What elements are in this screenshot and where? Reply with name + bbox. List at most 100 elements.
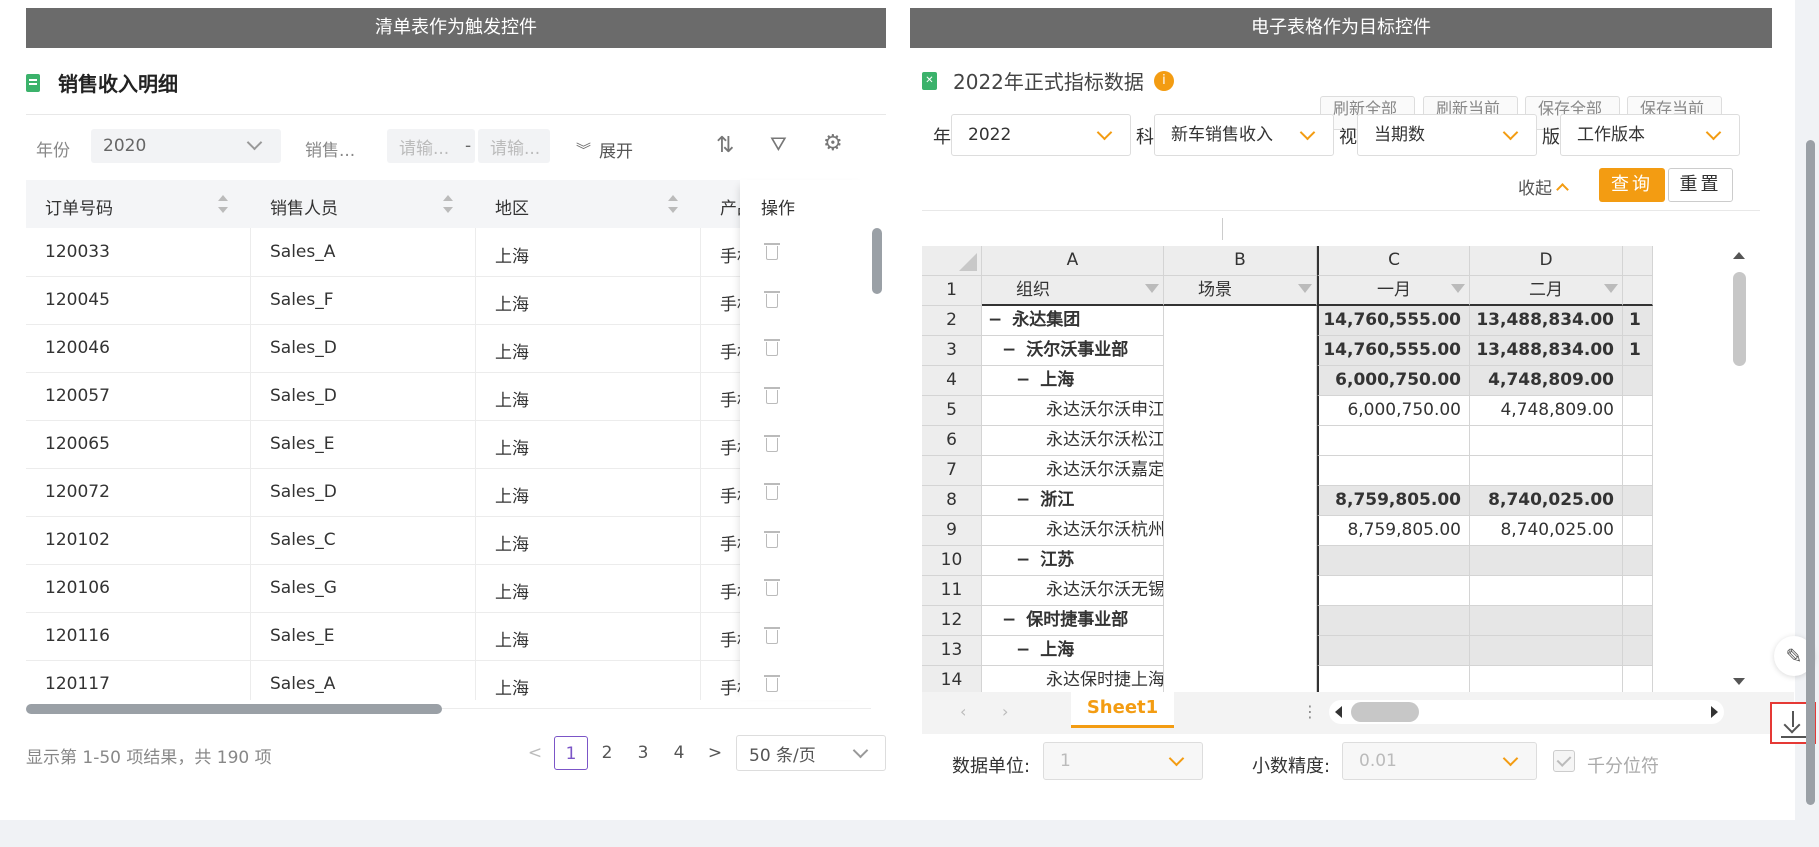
- scroll-up-icon[interactable]: [1733, 252, 1745, 259]
- org-cell[interactable]: 永达沃尔沃嘉定店: [982, 456, 1164, 486]
- feb-value-cell[interactable]: [1470, 666, 1623, 692]
- column-letter-e[interactable]: [1623, 246, 1653, 276]
- org-cell[interactable]: 永达沃尔沃杭州店: [982, 516, 1164, 546]
- row-number[interactable]: 11: [922, 576, 982, 606]
- row-number[interactable]: 4: [922, 366, 982, 396]
- version-select[interactable]: 工作版本: [1560, 114, 1740, 156]
- row-number[interactable]: 3: [922, 336, 982, 366]
- scenario-cell[interactable]: [1164, 666, 1317, 692]
- feb-value-cell[interactable]: 8,740,025.00: [1470, 486, 1623, 516]
- jan-value-cell[interactable]: 8,759,805.00: [1317, 516, 1470, 546]
- overflow-value-cell[interactable]: 1: [1623, 336, 1653, 366]
- jan-value-cell[interactable]: 14,760,555.00: [1317, 306, 1470, 336]
- scenario-cell[interactable]: [1164, 336, 1317, 366]
- tab-prev-icon[interactable]: ‹: [960, 702, 966, 721]
- collapse-icon[interactable]: −: [1016, 490, 1030, 510]
- row-number[interactable]: 6: [922, 426, 982, 456]
- trash-icon[interactable]: [764, 675, 780, 692]
- column-letter-a[interactable]: A: [982, 246, 1164, 276]
- row-number[interactable]: 12: [922, 606, 982, 636]
- org-cell[interactable]: − 上海: [982, 366, 1164, 396]
- range-to-input[interactable]: 请输...: [478, 129, 550, 163]
- overflow-value-cell[interactable]: [1623, 486, 1653, 516]
- header-cell-extra[interactable]: [1623, 276, 1653, 306]
- collapse-button[interactable]: 收起: [1518, 174, 1569, 199]
- header-cell-scenario[interactable]: 场景: [1164, 276, 1317, 306]
- org-cell[interactable]: 永达保时捷上海店: [982, 666, 1164, 692]
- row-number[interactable]: 14: [922, 666, 982, 692]
- thousands-checkbox[interactable]: [1553, 750, 1575, 772]
- feb-value-cell[interactable]: 4,748,809.00: [1470, 396, 1623, 426]
- feb-value-cell[interactable]: [1470, 456, 1623, 486]
- scenario-cell[interactable]: [1164, 396, 1317, 426]
- sheet-horizontal-thumb[interactable]: [1351, 702, 1419, 722]
- sheet-tab[interactable]: Sheet1: [1071, 692, 1174, 728]
- column-header-order[interactable]: 订单号码: [45, 194, 113, 219]
- org-cell[interactable]: 永达沃尔沃申江店: [982, 396, 1164, 426]
- tab-next-icon[interactable]: ›: [1002, 702, 1008, 721]
- scenario-cell[interactable]: [1164, 456, 1317, 486]
- jan-value-cell[interactable]: [1317, 426, 1470, 456]
- year-select[interactable]: 2022: [951, 114, 1131, 156]
- jan-value-cell[interactable]: [1317, 636, 1470, 666]
- overflow-value-cell[interactable]: [1623, 516, 1653, 546]
- sort-icon[interactable]: [668, 195, 678, 213]
- feb-value-cell[interactable]: [1470, 606, 1623, 636]
- feb-value-cell[interactable]: 8,740,025.00: [1470, 516, 1623, 546]
- row-number[interactable]: 8: [922, 486, 982, 516]
- filter-icon[interactable]: [1451, 284, 1465, 293]
- collapse-icon[interactable]: −: [1002, 340, 1016, 360]
- scenario-cell[interactable]: [1164, 516, 1317, 546]
- reset-button[interactable]: 重置: [1668, 168, 1733, 202]
- page-button-1[interactable]: 1: [554, 736, 588, 770]
- org-cell[interactable]: − 上海: [982, 636, 1164, 666]
- row-number[interactable]: 7: [922, 456, 982, 486]
- filter-icon[interactable]: [1298, 284, 1312, 293]
- next-page-button[interactable]: >: [698, 736, 732, 770]
- precision-select[interactable]: 0.01: [1342, 742, 1537, 780]
- scenario-cell[interactable]: [1164, 546, 1317, 576]
- scenario-cell[interactable]: [1164, 606, 1317, 636]
- jan-value-cell[interactable]: 8,759,805.00: [1317, 486, 1470, 516]
- feb-value-cell[interactable]: [1470, 546, 1623, 576]
- scenario-cell[interactable]: [1164, 366, 1317, 396]
- row-number[interactable]: 1: [922, 276, 982, 306]
- org-cell[interactable]: − 保时捷事业部: [982, 606, 1164, 636]
- overflow-value-cell[interactable]: 1: [1623, 306, 1653, 336]
- row-number[interactable]: 13: [922, 636, 982, 666]
- row-number[interactable]: 2: [922, 306, 982, 336]
- jan-value-cell[interactable]: [1317, 456, 1470, 486]
- overflow-value-cell[interactable]: [1623, 546, 1653, 576]
- data-unit-select[interactable]: 1: [1043, 742, 1203, 780]
- page-button-4[interactable]: 4: [662, 736, 696, 770]
- column-letter-b[interactable]: B: [1164, 246, 1317, 276]
- org-cell[interactable]: − 沃尔沃事业部: [982, 336, 1164, 366]
- table-horizontal-scrollbar[interactable]: [26, 704, 442, 714]
- trash-icon[interactable]: [764, 579, 780, 596]
- jan-value-cell[interactable]: [1317, 606, 1470, 636]
- column-header-region[interactable]: 地区: [495, 194, 529, 219]
- overflow-value-cell[interactable]: [1623, 426, 1653, 456]
- trash-icon[interactable]: [764, 291, 780, 308]
- year-select[interactable]: 2020: [91, 129, 281, 163]
- jan-value-cell[interactable]: [1317, 666, 1470, 692]
- row-number[interactable]: 5: [922, 396, 982, 426]
- column-letter-c[interactable]: C: [1317, 246, 1470, 276]
- sheet-horizontal-scrollbar[interactable]: [1329, 700, 1724, 724]
- overflow-value-cell[interactable]: [1623, 456, 1653, 486]
- sheet-vertical-scrollbar[interactable]: [1727, 246, 1751, 692]
- page-button-3[interactable]: 3: [626, 736, 660, 770]
- sort-icon[interactable]: [443, 195, 453, 213]
- feb-value-cell[interactable]: 13,488,834.00: [1470, 336, 1623, 366]
- feb-value-cell[interactable]: 13,488,834.00: [1470, 306, 1623, 336]
- collapse-icon[interactable]: −: [1016, 370, 1030, 390]
- sort-icon[interactable]: [218, 195, 228, 213]
- column-letter-d[interactable]: D: [1470, 246, 1623, 276]
- overflow-value-cell[interactable]: [1623, 576, 1653, 606]
- view-select[interactable]: 当期数: [1357, 114, 1537, 156]
- row-number[interactable]: 10: [922, 546, 982, 576]
- trash-icon[interactable]: [764, 531, 780, 548]
- scenario-cell[interactable]: [1164, 306, 1317, 336]
- header-cell-jan[interactable]: 一月: [1317, 276, 1470, 306]
- scroll-right-icon[interactable]: [1711, 706, 1718, 718]
